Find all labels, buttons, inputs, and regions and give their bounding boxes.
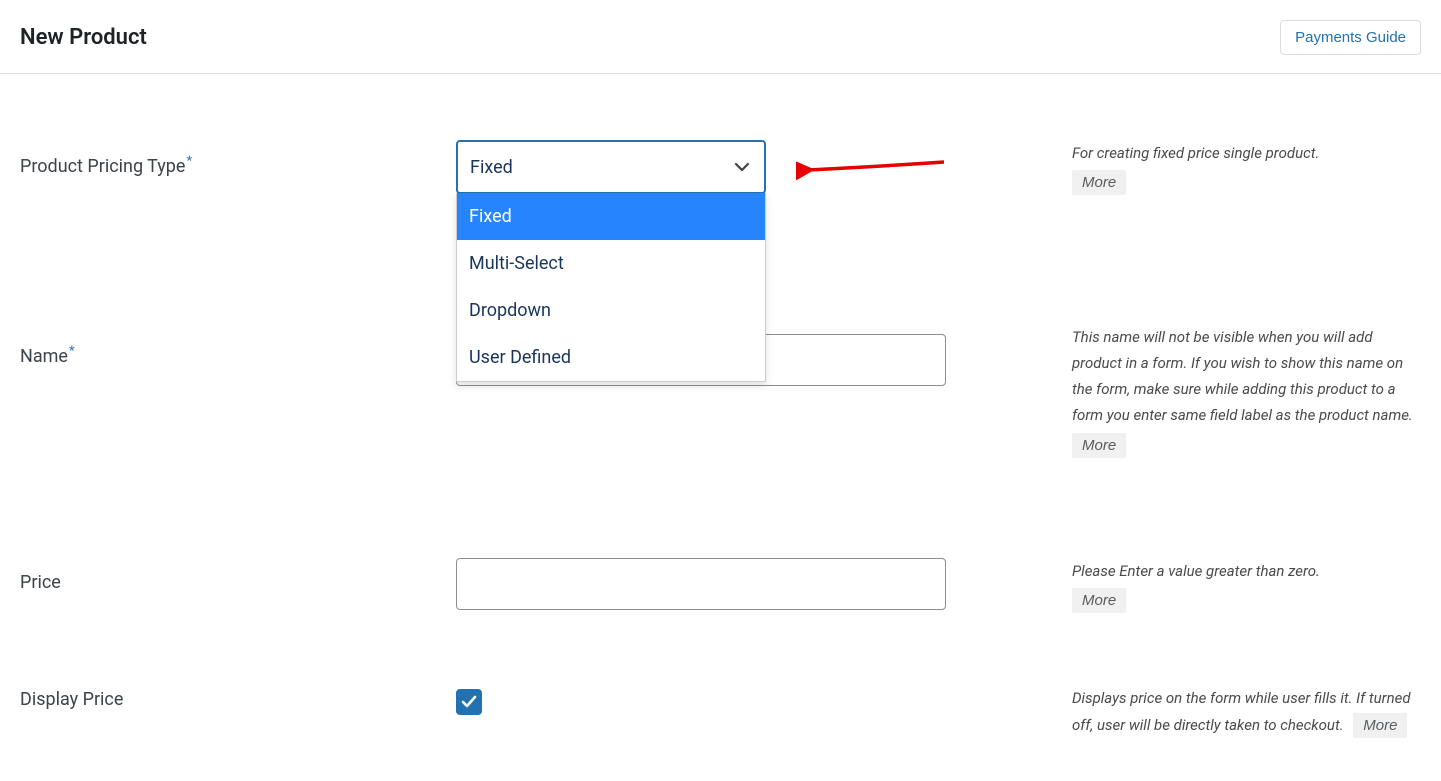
display-price-label: Display Price <box>20 685 456 710</box>
display-price-help: Displays price on the form while user fi… <box>954 685 1421 738</box>
pricing-type-label: Product Pricing Type* <box>20 140 456 177</box>
dropdown-option-dropdown[interactable]: Dropdown <box>457 287 765 334</box>
pricing-type-dropdown: Fixed Multi-Select Dropdown User Defined <box>456 193 766 382</box>
display-price-checkbox[interactable] <box>456 689 482 715</box>
name-help-text: This name will not be visible when you w… <box>1072 324 1421 429</box>
display-price-input-col <box>456 685 954 715</box>
field-row-display-price: Display Price Displays price on the form… <box>20 613 1421 738</box>
price-label: Price <box>20 558 456 593</box>
pricing-type-input-col: Fixed Fixed Multi-Select Dropdown User D… <box>456 140 954 194</box>
dropdown-option-multi-select[interactable]: Multi-Select <box>457 240 765 287</box>
chevron-down-icon <box>734 159 750 175</box>
field-row-pricing-type: Product Pricing Type* Fixed Fixed Multi-… <box>20 74 1421 196</box>
name-label-text: Name <box>20 346 68 367</box>
pricing-type-label-text: Product Pricing Type <box>20 156 185 177</box>
name-label: Name* <box>20 324 456 367</box>
name-more-button[interactable]: More <box>1072 433 1126 458</box>
page-title: New Product <box>20 25 147 50</box>
check-icon <box>460 693 478 711</box>
price-input-col <box>456 558 954 610</box>
pricing-type-help-text: For creating fixed price single product. <box>1072 140 1421 166</box>
price-more-button[interactable]: More <box>1072 588 1126 613</box>
price-help: Please Enter a value greater than zero. … <box>954 558 1421 614</box>
payments-guide-button[interactable]: Payments Guide <box>1280 20 1421 55</box>
arrow-annotation <box>796 156 946 188</box>
pricing-type-selected-value: Fixed <box>470 157 513 178</box>
dropdown-option-user-defined[interactable]: User Defined <box>457 334 765 381</box>
required-asterisk: * <box>69 344 75 359</box>
pricing-type-select[interactable]: Fixed <box>456 140 766 194</box>
page-header: New Product Payments Guide <box>0 0 1441 74</box>
field-row-price: Price Please Enter a value greater than … <box>20 458 1421 614</box>
display-price-more-button[interactable]: More <box>1353 713 1407 738</box>
required-asterisk: * <box>186 154 192 169</box>
price-help-text: Please Enter a value greater than zero. <box>1072 558 1421 584</box>
pricing-type-select-wrapper: Fixed Fixed Multi-Select Dropdown User D… <box>456 140 766 194</box>
price-input[interactable] <box>456 558 946 610</box>
name-help: This name will not be visible when you w… <box>954 324 1421 458</box>
pricing-type-more-button[interactable]: More <box>1072 170 1126 195</box>
form-container: Product Pricing Type* Fixed Fixed Multi-… <box>0 74 1441 738</box>
pricing-type-help: For creating fixed price single product.… <box>954 140 1421 196</box>
dropdown-option-fixed[interactable]: Fixed <box>457 193 765 240</box>
